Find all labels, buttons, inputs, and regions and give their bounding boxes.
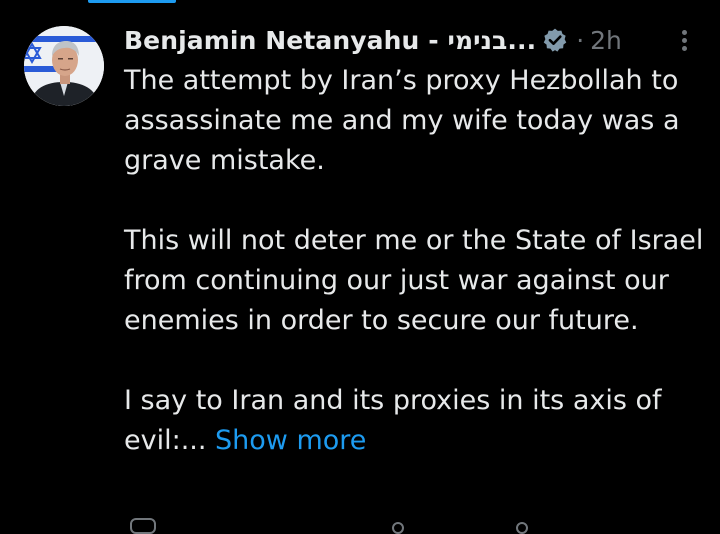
avatar[interactable]	[24, 26, 104, 106]
more-dot-icon	[681, 46, 687, 51]
tweet-paragraph: The attempt by Iran’s proxy Hezbollah to…	[124, 65, 689, 176]
retweet-icon[interactable]	[392, 522, 404, 534]
tweet-paragraph-truncated: I say to Iran and its proxies in its axi…	[124, 381, 704, 461]
tweet-paragraph: This will not deter me or the State of I…	[124, 225, 712, 336]
tweet[interactable]: Benjamin Netanyahu - בנימי... · 2h The a…	[0, 0, 720, 534]
reply-icon[interactable]	[130, 518, 156, 534]
avatar-image	[24, 26, 104, 106]
header-separator: ·	[576, 25, 585, 55]
more-options-icon[interactable]	[676, 30, 692, 56]
more-dot-icon	[681, 38, 687, 43]
tweet-header: Benjamin Netanyahu - בנימי... · 2h	[124, 20, 704, 60]
tweet-text: The attempt by Iran’s proxy Hezbollah to…	[124, 61, 704, 461]
tweet-paragraph-text: I say to Iran and its proxies in its axi…	[124, 385, 671, 456]
like-icon[interactable]	[516, 522, 528, 534]
timestamp[interactable]: 2h	[590, 26, 622, 55]
verified-badge-icon[interactable]	[542, 27, 568, 53]
more-dot-icon	[681, 30, 687, 35]
show-more-link[interactable]: Show more	[215, 425, 366, 456]
author-name[interactable]: Benjamin Netanyahu - בנימי...	[124, 26, 536, 55]
action-bar	[124, 514, 704, 534]
